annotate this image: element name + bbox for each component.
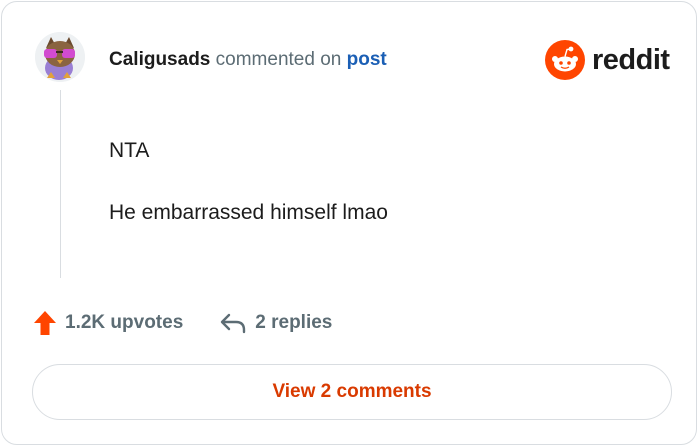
avatar[interactable]	[35, 32, 85, 82]
comment-stats: 1.2K upvotes 2 replies	[33, 309, 332, 337]
comment-header: Caligusads commented on post	[109, 49, 387, 71]
reply-arrow-icon[interactable]	[219, 311, 247, 335]
owl-avatar-icon	[35, 32, 85, 82]
reply-count: 2 replies	[255, 312, 333, 333]
post-link[interactable]: post	[347, 49, 387, 70]
reddit-snoo-icon	[545, 40, 585, 80]
action-text: commented on	[215, 49, 342, 70]
comment-body: NTA He embarrassed himself lmao	[109, 138, 388, 262]
view-comments-button[interactable]: View 2 comments	[32, 364, 672, 420]
comment-line: He embarrassed himself lmao	[109, 201, 388, 224]
upvote-count: 1.2K upvotes	[65, 312, 184, 333]
reddit-logo[interactable]: reddit	[545, 40, 670, 80]
thread-line	[60, 90, 61, 278]
reply-stat[interactable]: 2 replies	[219, 311, 332, 335]
upvote-stat[interactable]: 1.2K upvotes	[33, 310, 183, 336]
brand-wordmark: reddit	[592, 43, 670, 76]
comment-embed-card: Caligusads commented on post reddit NTA …	[1, 1, 697, 445]
author-name[interactable]: Caligusads	[109, 49, 210, 70]
upvote-arrow-icon[interactable]	[33, 310, 57, 336]
comment-line: NTA	[109, 139, 150, 162]
